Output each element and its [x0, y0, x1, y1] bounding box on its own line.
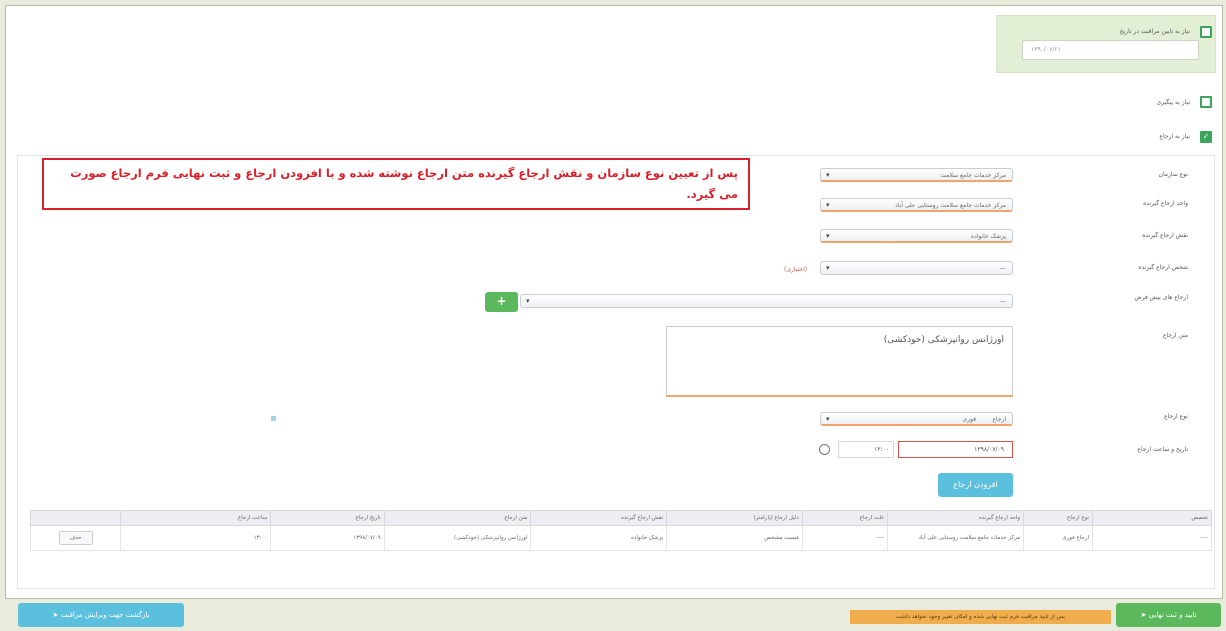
- col-role: نقش ارجاع گیرنده: [530, 510, 668, 526]
- chevron-down-icon: ▾: [826, 232, 830, 240]
- referral-type-label: نوع ارجاع: [1164, 413, 1188, 420]
- table-row: ---- ارجاع فوری مرکز خدمات جامع سلامت رو…: [29, 525, 1212, 551]
- optional-hint: (اختیاری): [784, 266, 808, 273]
- col-time: ساعت ارجاع: [120, 510, 272, 526]
- receiver-person-select[interactable]: --- ▾: [820, 261, 1013, 275]
- col-type: نوع ارجاع: [1023, 510, 1094, 526]
- submit-button-label: تایید و ثبت نهایی: [1148, 611, 1197, 619]
- col-unit: واحد ارجاع گیرنده: [887, 510, 1025, 526]
- referral-time-input[interactable]: ۱۳:۰۰: [838, 441, 894, 458]
- chevron-down-icon: ▾: [826, 415, 830, 423]
- referral-text-label: متن ارجاع: [1162, 332, 1188, 339]
- preset-select[interactable]: --- ▾: [520, 294, 1013, 308]
- referral-date-value: ۱۳۹۸/۰۷/۰۹: [974, 446, 1004, 453]
- col-actions: [29, 510, 122, 526]
- col-date: تاریخ ارجاع: [270, 510, 385, 526]
- referral-time-value: ۱۳:۰۰: [874, 446, 889, 453]
- instruction-callout: پس از تعیین نوع سازمان و نقش ارجاع گیرند…: [42, 158, 750, 210]
- referral-table: تخصص نوع ارجاع واحد ارجاع گیرنده علت ارج…: [29, 510, 1212, 551]
- submit-button[interactable]: تایید و ثبت نهایی ➤: [1116, 603, 1221, 627]
- receiver-unit-label: واحد ارجاع گیرنده: [1143, 200, 1188, 207]
- chevron-down-icon: ▾: [826, 264, 830, 272]
- cell-date: ۱۳۹۸/۰۷/۰۹: [270, 525, 385, 551]
- send-icon: ➤: [52, 611, 59, 619]
- add-referral-button[interactable]: افزودن ارجاع: [938, 473, 1013, 497]
- cell-unit: مرکز خدمات جامع سلامت روستایی علی آباد: [887, 525, 1025, 551]
- table-header-row: تخصص نوع ارجاع واحد ارجاع گیرنده علت ارج…: [29, 510, 1212, 526]
- col-text: متن ارجاع: [383, 510, 532, 526]
- cell-param: فیست مشخص: [666, 525, 803, 551]
- col-param: دلیل ارجاع (پارامتر): [666, 510, 803, 526]
- chevron-down-icon: ▾: [826, 171, 830, 179]
- small-square-icon: [271, 416, 276, 421]
- receiver-person-value: ---: [999, 265, 1007, 272]
- referral-label: نیاز به ارجاع: [1159, 133, 1190, 140]
- care-date-checkbox[interactable]: [1200, 26, 1212, 38]
- col-specialty: تخصص: [1092, 510, 1212, 526]
- cell-role: پزشک خانواده: [530, 525, 668, 551]
- referral-date-input[interactable]: ۱۳۹۸/۰۷/۰۹: [898, 441, 1013, 458]
- care-date-input[interactable]: ۱۳۹۰/۰۷/۲۱: [1022, 40, 1199, 60]
- warning-note: پس از تایید مراقبت فرم ثبت نهایی شده و ا…: [850, 610, 1111, 624]
- receiver-role-value: پزشک خانواده: [970, 233, 1006, 240]
- chevron-down-icon: ▾: [826, 201, 830, 209]
- referral-type-value-b: فوری: [962, 416, 976, 423]
- chevron-down-icon: ▾: [526, 297, 530, 305]
- back-button-label: بازگشت جهت ویرایش مراقبت: [60, 611, 150, 619]
- instruction-text: پس از تعیین نوع سازمان و نقش ارجاع گیرند…: [70, 166, 738, 201]
- receiver-role-label: نقش ارجاع گیرنده: [1142, 232, 1188, 239]
- cell-reason: ----: [801, 525, 889, 551]
- receiver-unit-value: مرکز خدمات جامع سلامت روستایی علی آباد: [895, 202, 1006, 209]
- receiver-role-select[interactable]: پزشک خانواده ▾: [820, 229, 1013, 243]
- add-preset-button[interactable]: +: [485, 292, 518, 312]
- clock-icon[interactable]: [819, 444, 830, 455]
- receiver-unit-select[interactable]: مرکز خدمات جامع سلامت روستایی علی آباد ▾: [820, 198, 1013, 212]
- referral-type-value-a: ارجاع: [992, 416, 1006, 423]
- preset-label: ارجاع های پیش فرض: [1134, 294, 1188, 301]
- cell-type: ارجاع فوری: [1023, 525, 1094, 551]
- back-button[interactable]: بازگشت جهت ویرایش مراقبت ➤: [18, 603, 184, 627]
- cell-text: اورژانس روانپزشکی (خودکشی): [383, 525, 532, 551]
- followup-checkbox[interactable]: [1200, 96, 1212, 108]
- referral-text-area[interactable]: اورژانس روانپزشکی (خودکشی): [666, 326, 1013, 397]
- referral-text-value: اورژانس روانپزشکی (خودکشی): [883, 335, 1004, 345]
- referral-checkbox[interactable]: ✓: [1200, 131, 1212, 143]
- org-type-label: نوع سازمان: [1158, 171, 1188, 178]
- cell-specialty: ----: [1092, 525, 1212, 551]
- care-date-label: نیاز به تایین مراقبت در تاریخ: [1119, 28, 1190, 35]
- care-date-value: ۱۳۹۰/۰۷/۲۱: [1031, 46, 1061, 53]
- delete-button[interactable]: حذف: [58, 531, 93, 545]
- col-reason: علت ارجاع: [801, 510, 889, 526]
- org-type-value: مرکز خدمات جامع سلامت: [940, 172, 1006, 179]
- cell-time: ۱۳:۰۰: [120, 525, 272, 551]
- referral-type-select[interactable]: ارجاع فوری ▾: [820, 412, 1013, 426]
- preset-value: ---: [999, 298, 1007, 305]
- referral-datetime-label: تاریخ و ساعت ارجاع: [1137, 446, 1188, 453]
- cell-actions: حذف: [29, 525, 122, 551]
- followup-label: نیاز به پیگیری: [1156, 99, 1190, 106]
- send-icon: ➤: [1140, 611, 1147, 619]
- org-type-select[interactable]: مرکز خدمات جامع سلامت ▾: [820, 168, 1013, 182]
- receiver-person-label: شخص ارجاع گیرنده: [1138, 264, 1188, 271]
